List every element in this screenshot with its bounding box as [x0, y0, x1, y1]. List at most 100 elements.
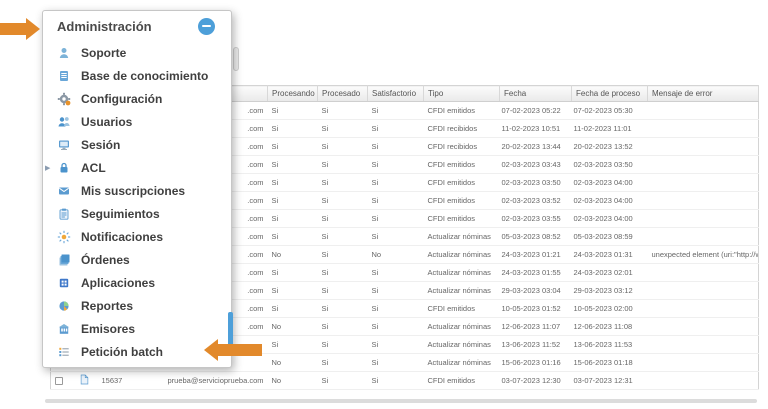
menu-item-peticion-batch[interactable]: ▶Petición batch [43, 340, 231, 363]
menu-item-label: Configuración [81, 92, 162, 106]
menu-item-usuarios[interactable]: ▶Usuarios [43, 110, 231, 133]
menu-item-notificaciones[interactable]: ▶Notificaciones [43, 225, 231, 248]
menu-item-sesion[interactable]: ▶Sesión [43, 133, 231, 156]
menu-item-seguimientos[interactable]: ▶Seguimientos [43, 202, 231, 225]
cell-procesado: Si [318, 192, 368, 210]
expand-caret-icon[interactable]: ▶ [45, 164, 50, 172]
cell-type-icon [76, 372, 98, 390]
row-checkbox[interactable] [55, 377, 63, 385]
support-icon [57, 46, 73, 60]
cell-mensaje [648, 192, 759, 210]
cell-tipo: CFDI emitidos [424, 210, 500, 228]
collapse-button[interactable] [198, 18, 215, 35]
followups-icon [57, 207, 73, 221]
cell-tipo: CFDI emitidos [424, 102, 500, 120]
cell-mensaje [648, 318, 759, 336]
menu-item-base-de-conocimiento[interactable]: ▶Base de conocimiento [43, 64, 231, 87]
notifications-icon [57, 230, 73, 244]
cell-procesando: No [268, 354, 318, 372]
menu-item-configuracion[interactable]: ▶Configuración [43, 87, 231, 110]
cell-fecha: 13-06-2023 11:52 [500, 336, 572, 354]
callout-arrow-administracion [0, 18, 40, 40]
cell-fecha-proceso: 20-02-2023 13:52 [572, 138, 648, 156]
cell-fecha: 24-03-2023 01:21 [500, 246, 572, 264]
cell-procesado: Si [318, 174, 368, 192]
cell-procesando: Si [268, 336, 318, 354]
cell-tipo: Actualizar nóminas [424, 318, 500, 336]
header-procesado[interactable]: Procesado [318, 86, 368, 102]
table-row[interactable]: 15637prueba@servicioprueba.comNoSiSiCFDI… [51, 372, 759, 390]
cell-tipo: Actualizar nóminas [424, 354, 500, 372]
cell-mensaje [648, 354, 759, 372]
cell-mensaje [648, 300, 759, 318]
cell-fecha-proceso: 07-02-2023 05:30 [572, 102, 648, 120]
cell-id: 15637 [98, 372, 153, 390]
document-icon [80, 374, 89, 387]
cell-fecha-proceso: 02-03-2023 04:00 [572, 174, 648, 192]
cell-fecha-proceso: 24-03-2023 02:01 [572, 264, 648, 282]
cell-procesado: Si [318, 120, 368, 138]
menu-item-emisores[interactable]: ▶Emisores [43, 317, 231, 340]
cell-tipo: Actualizar nóminas [424, 246, 500, 264]
cell-fecha-proceso: 24-03-2023 01:31 [572, 246, 648, 264]
cell-procesado: Si [318, 300, 368, 318]
cell-satisfactorio: Si [368, 354, 424, 372]
cell-procesado: Si [318, 336, 368, 354]
cell-tipo: CFDI emitidos [424, 300, 500, 318]
cell-tipo: Actualizar nóminas [424, 228, 500, 246]
menu-item-soporte[interactable]: ▶Soporte [43, 41, 231, 64]
cell-mensaje [648, 282, 759, 300]
menu-item-aplicaciones[interactable]: ▶Aplicaciones [43, 271, 231, 294]
cell-procesando: Si [268, 138, 318, 156]
horizontal-scrollbar[interactable] [45, 399, 757, 403]
orders-icon [57, 253, 73, 267]
cell-fecha-proceso: 03-07-2023 12:31 [572, 372, 648, 390]
applications-icon [57, 276, 73, 290]
cell-procesado: Si [318, 156, 368, 174]
cell-fecha-proceso: 15-06-2023 01:18 [572, 354, 648, 372]
menu-item-label: Usuarios [81, 115, 132, 129]
emitters-icon [57, 322, 73, 336]
admin-menu-panel: Administración ▶Soporte▶Base de conocimi… [42, 10, 232, 368]
cell-fecha-proceso: 10-05-2023 02:00 [572, 300, 648, 318]
cell-procesado: Si [318, 354, 368, 372]
cell-fecha: 11-02-2023 10:51 [500, 120, 572, 138]
cell-satisfactorio: Si [368, 210, 424, 228]
cell-mensaje: unexpected element (uri:"http://www.sat.… [648, 246, 759, 264]
menu-item-mis-suscripciones[interactable]: ▶Mis suscripciones [43, 179, 231, 202]
cell-procesando: Si [268, 264, 318, 282]
cell-procesando: Si [268, 120, 318, 138]
screen: Procesando Procesado Satisfactorio Tipo … [0, 0, 768, 409]
cell-satisfactorio: Si [368, 138, 424, 156]
cell-tipo: CFDI recibidos [424, 120, 500, 138]
menu-item-label: Petición batch [81, 345, 163, 359]
header-mensaje-error[interactable]: Mensaje de error [648, 86, 759, 102]
cell-mensaje [648, 228, 759, 246]
cell-satisfactorio: No [368, 246, 424, 264]
menu-item-reportes[interactable]: ▶Reportes [43, 294, 231, 317]
cell-fecha-proceso: 12-06-2023 11:08 [572, 318, 648, 336]
cell-fecha: 29-03-2023 03:04 [500, 282, 572, 300]
gear-icon [57, 92, 73, 106]
menu-item-label: Sesión [81, 138, 120, 152]
header-procesando[interactable]: Procesando [268, 86, 318, 102]
cell-mensaje [648, 120, 759, 138]
cell-procesado: Si [318, 372, 368, 390]
cell-fecha: 20-02-2023 13:44 [500, 138, 572, 156]
cell-satisfactorio: Si [368, 228, 424, 246]
cell-fecha: 15-06-2023 01:16 [500, 354, 572, 372]
menu-item-ordenes[interactable]: ▶Órdenes [43, 248, 231, 271]
cell-fecha: 24-03-2023 01:55 [500, 264, 572, 282]
header-fecha[interactable]: Fecha [500, 86, 572, 102]
header-tipo[interactable]: Tipo [424, 86, 500, 102]
header-satisfactorio[interactable]: Satisfactorio [368, 86, 424, 102]
menu-item-acl[interactable]: ▶ACL [43, 156, 231, 179]
cell-satisfactorio: Si [368, 102, 424, 120]
header-fecha-proceso[interactable]: Fecha de proceso [572, 86, 648, 102]
cell-fecha-proceso: 02-03-2023 04:00 [572, 192, 648, 210]
cell-procesando: Si [268, 102, 318, 120]
vertical-scrollbar-thumb[interactable] [233, 47, 239, 71]
cell-fecha: 02-03-2023 03:52 [500, 192, 572, 210]
cell-select [51, 372, 76, 390]
menu-list: ▶Soporte▶Base de conocimiento▶Configurac… [43, 41, 231, 363]
